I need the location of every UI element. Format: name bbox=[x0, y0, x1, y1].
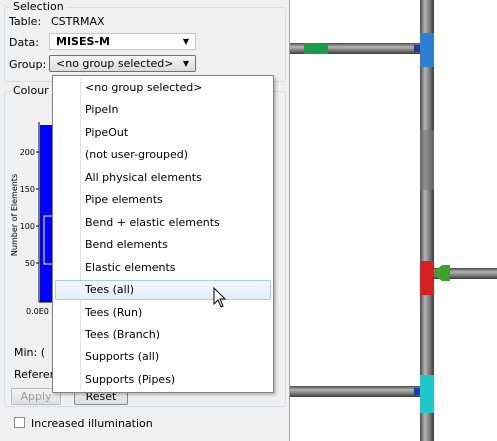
pipe-model bbox=[290, 0, 497, 441]
min-label: Min: ( bbox=[14, 346, 46, 359]
3d-viewport[interactable] bbox=[290, 0, 497, 441]
histogram-chart: 200 150 100 50 Number of Elements 0.0E0 bbox=[10, 122, 60, 316]
dropdown-item[interactable]: Supports (all) bbox=[55, 347, 271, 367]
dropdown-item[interactable]: (not user-grouped) bbox=[55, 145, 271, 165]
tee-element bbox=[420, 375, 434, 413]
pipe-segment bbox=[304, 43, 328, 54]
data-label: Data: bbox=[9, 36, 39, 49]
x-tick-label: 0.0E0 bbox=[26, 307, 49, 316]
increased-illumination-label: Increased illumination bbox=[31, 417, 153, 430]
dropdown-item-highlighted[interactable]: Tees (all) bbox=[55, 280, 271, 300]
dropdown-item[interactable]: Pipe elements bbox=[55, 190, 271, 210]
dropdown-item[interactable]: Supports (Pipes) bbox=[55, 370, 271, 390]
table-value: CSTRMAX bbox=[51, 15, 105, 28]
y-tick-label: 200 bbox=[20, 148, 35, 157]
group-select[interactable]: <no group selected> ▼ bbox=[49, 55, 196, 72]
dropdown-item[interactable]: Bend + elastic elements bbox=[55, 213, 271, 233]
group-dropdown-list[interactable]: <no group selected> PipeIn PipeOut (not … bbox=[52, 75, 274, 393]
dropdown-item[interactable]: Tees (Run) bbox=[55, 303, 271, 323]
group-select-value: <no group selected> bbox=[56, 57, 174, 70]
tee-element bbox=[414, 388, 420, 395]
tee-element bbox=[420, 33, 434, 67]
pipe-segment bbox=[290, 386, 422, 397]
chevron-down-icon: ▼ bbox=[182, 59, 189, 68]
dropdown-item[interactable]: Tees (Branch) bbox=[55, 325, 271, 345]
tee-element bbox=[420, 261, 434, 295]
group-label: Group: bbox=[9, 58, 47, 71]
y-tick-label: 150 bbox=[20, 185, 35, 194]
increased-illumination-checkbox[interactable] bbox=[14, 417, 25, 428]
selection-title: Selection bbox=[11, 0, 66, 13]
dropdown-item[interactable]: PipeIn bbox=[55, 100, 271, 120]
mouse-pointer-icon bbox=[213, 287, 227, 308]
data-select-value: MISES-M bbox=[56, 35, 110, 48]
table-label: Table: bbox=[9, 15, 42, 28]
dropdown-item[interactable]: Elastic elements bbox=[55, 258, 271, 278]
dropdown-item[interactable]: PipeOut bbox=[55, 123, 271, 143]
reference-label: Referen bbox=[14, 368, 57, 381]
pipe-bend-shading bbox=[420, 130, 434, 190]
dropdown-item[interactable]: All physical elements bbox=[55, 168, 271, 188]
chevron-down-icon: ▼ bbox=[182, 37, 189, 46]
y-tick-label: 100 bbox=[20, 222, 35, 231]
tee-element bbox=[414, 45, 420, 52]
y-tick-label: 50 bbox=[25, 259, 35, 268]
data-select[interactable]: MISES-M ▼ bbox=[49, 33, 196, 50]
y-axis-label: Number of Elements bbox=[10, 174, 19, 256]
dropdown-item[interactable]: <no group selected> bbox=[55, 78, 271, 98]
dropdown-item[interactable]: Bend elements bbox=[55, 235, 271, 255]
